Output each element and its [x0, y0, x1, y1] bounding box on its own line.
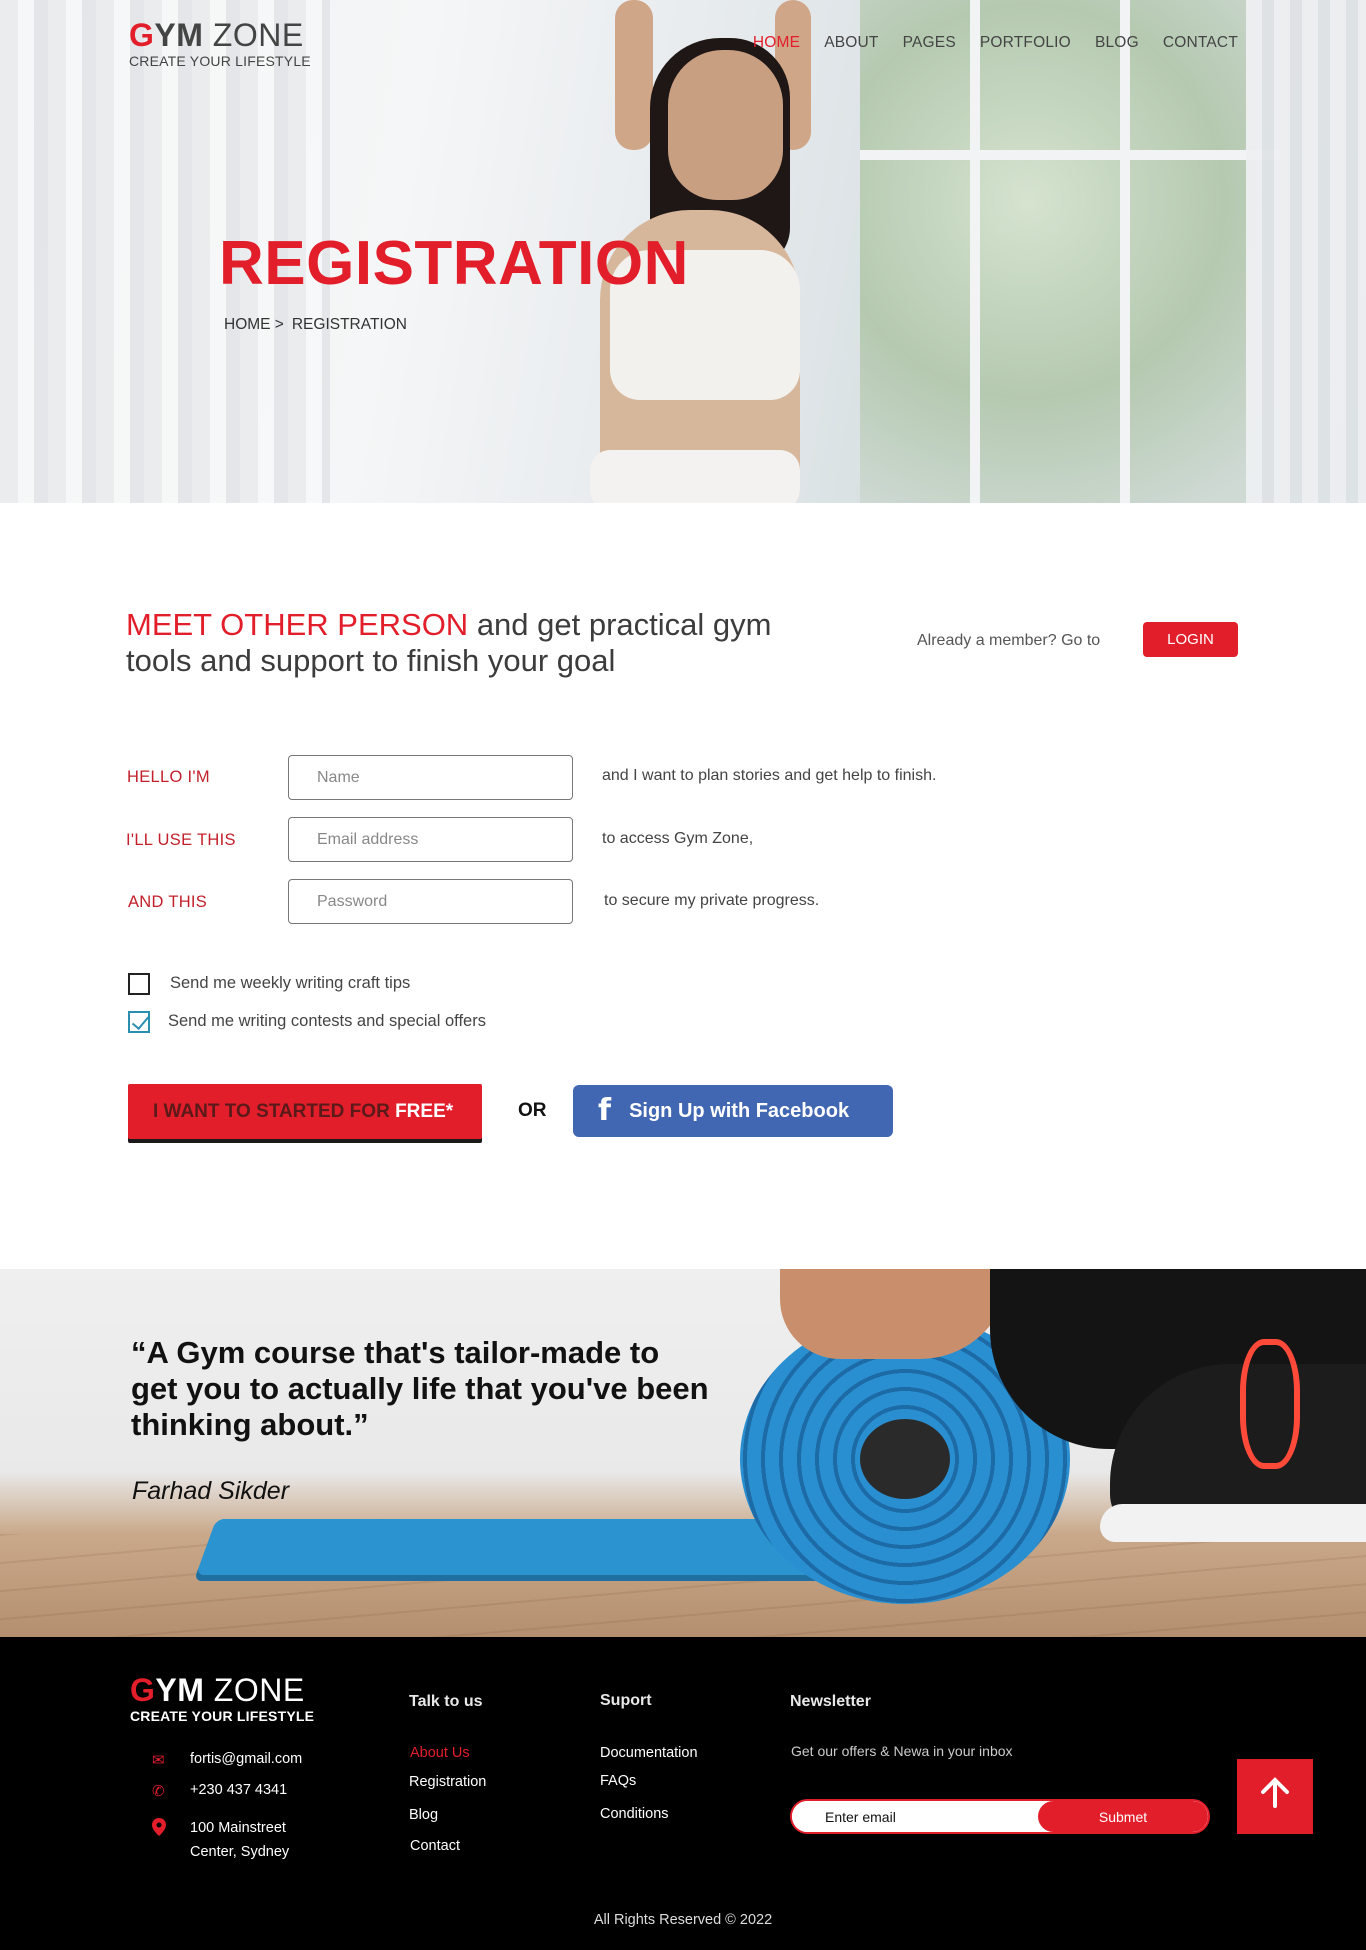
login-button[interactable]: LOGIN [1143, 622, 1238, 657]
yoga-mat-core [860, 1419, 950, 1499]
footer-phone[interactable]: ✆ +230 437 4341 [152, 1782, 287, 1800]
offers-label[interactable]: Send me writing contests and special off… [168, 1012, 486, 1031]
nav-home[interactable]: HOME [753, 34, 800, 52]
password-description: to secure my private progress. [604, 892, 820, 909]
breadcrumb: HOME > REGISTRATION [224, 316, 415, 334]
footer-link-contact[interactable]: Contact [410, 1838, 460, 1854]
main-nav: HOME ABOUT PAGES PORTFOLIO BLOG CONTACT [729, 34, 1238, 52]
footer-logo-wordmark: GYM ZONE [130, 1672, 305, 1708]
or-separator: OR [518, 1100, 547, 1121]
hero-person-pants [590, 450, 800, 503]
footer-phone-text: +230 437 4341 [190, 1782, 288, 1798]
nav-about[interactable]: ABOUT [824, 34, 878, 52]
copyright-text: All Rights Reserved © 2022 [593, 1912, 773, 1928]
site-logo[interactable]: GYM ZONE CREATE YOUR LIFESTYLE [129, 19, 311, 68]
intro-highlight: MEET OTHER PERSON [126, 607, 469, 642]
name-label: HELLO I'M [127, 768, 210, 786]
quote-banner [0, 1269, 1366, 1637]
footer-link-faqs[interactable]: FAQs [600, 1773, 636, 1789]
banner-shoe-lace [1240, 1339, 1300, 1469]
footer-email[interactable]: ✉ fortis@gmail.com [152, 1751, 302, 1769]
member-prompt: Already a member? Go to [917, 632, 1101, 649]
hero-banner: GYM ZONE CREATE YOUR LIFESTYLE HOME ABOU… [0, 0, 1366, 503]
password-label: AND THIS [128, 893, 208, 911]
footer-logo-tagline: CREATE YOUR LIFESTYLE [130, 1708, 315, 1724]
mail-icon: ✉ [152, 1752, 165, 1769]
hero-person-face [668, 50, 783, 200]
hero-person-arm [615, 0, 653, 150]
facebook-signup-label: Sign Up with Facebook [629, 1099, 850, 1122]
footer-link-about[interactable]: About Us [410, 1745, 470, 1761]
weekly-tips-label[interactable]: Send me weekly writing craft tips [170, 974, 410, 993]
scroll-top-button[interactable] [1237, 1759, 1313, 1834]
location-icon [152, 1816, 190, 1864]
footer-support-heading: Suport [600, 1692, 652, 1709]
footer-link-conditions[interactable]: Conditions [600, 1806, 669, 1822]
email-description: to access Gym Zone, [602, 830, 754, 847]
footer-address-line1: 100 Mainstreet [190, 1820, 286, 1836]
arrow-up-icon [1258, 1774, 1292, 1820]
footer-address: 100 Mainstreet Center, Sydney [152, 1816, 289, 1864]
email-label: I'LL USE THIS [126, 831, 236, 849]
intro-heading: MEET OTHER PERSON and get practical gym … [126, 607, 786, 679]
name-input[interactable] [288, 755, 573, 800]
footer-link-registration[interactable]: Registration [409, 1774, 486, 1790]
footer-logo[interactable]: GYM ZONE CREATE YOUR LIFESTYLE [130, 1674, 314, 1723]
footer-link-documentation[interactable]: Documentation [600, 1745, 698, 1761]
banner-shoe-sole [1100, 1504, 1366, 1542]
weekly-tips-checkbox[interactable] [128, 973, 150, 995]
facebook-icon: f [598, 1093, 612, 1128]
newsletter-email-input[interactable] [792, 1801, 1042, 1832]
footer-email-text: fortis@gmail.com [190, 1751, 303, 1767]
name-description: and I want to plan stories and get help … [602, 767, 937, 784]
newsletter-description: Get our offers & Newa in your inbox [791, 1743, 1013, 1759]
start-free-button[interactable]: I WANT TO STARTED FOR FREE* [128, 1084, 482, 1139]
breadcrumb-current: REGISTRATION [291, 316, 407, 333]
footer-link-blog[interactable]: Blog [409, 1807, 438, 1823]
phone-icon: ✆ [152, 1783, 165, 1800]
offers-checkbox[interactable] [128, 1011, 150, 1033]
logo-wordmark: GYM ZONE [129, 17, 304, 53]
nav-pages[interactable]: PAGES [903, 34, 956, 52]
facebook-signup-button[interactable]: f Sign Up with Facebook [573, 1085, 893, 1137]
hero-window [860, 0, 1280, 503]
start-free-highlight: FREE* [395, 1100, 454, 1122]
testimonial-author: Farhad Sikder [132, 1477, 290, 1505]
start-free-label: I WANT TO STARTED FOR [153, 1100, 396, 1122]
email-input[interactable] [288, 817, 573, 862]
logo-tagline: CREATE YOUR LIFESTYLE [129, 53, 311, 69]
testimonial-quote: “A Gym course that's tailor-made to get … [131, 1335, 709, 1442]
footer-newsletter-heading: Newsletter [790, 1693, 871, 1710]
nav-blog[interactable]: BLOG [1095, 34, 1139, 52]
newsletter-form: Submet [790, 1799, 1210, 1834]
password-input[interactable] [288, 879, 573, 924]
nav-contact[interactable]: CONTACT [1163, 34, 1238, 52]
nav-portfolio[interactable]: PORTFOLIO [980, 34, 1071, 52]
page-title: REGISTRATION [219, 229, 689, 298]
footer-talk-heading: Talk to us [409, 1693, 483, 1710]
newsletter-submit-button[interactable]: Submet [1038, 1801, 1208, 1832]
hero-curtain-right [1246, 0, 1366, 503]
footer-address-line2: Center, Sydney [190, 1844, 290, 1860]
breadcrumb-home[interactable]: HOME > [224, 316, 284, 333]
